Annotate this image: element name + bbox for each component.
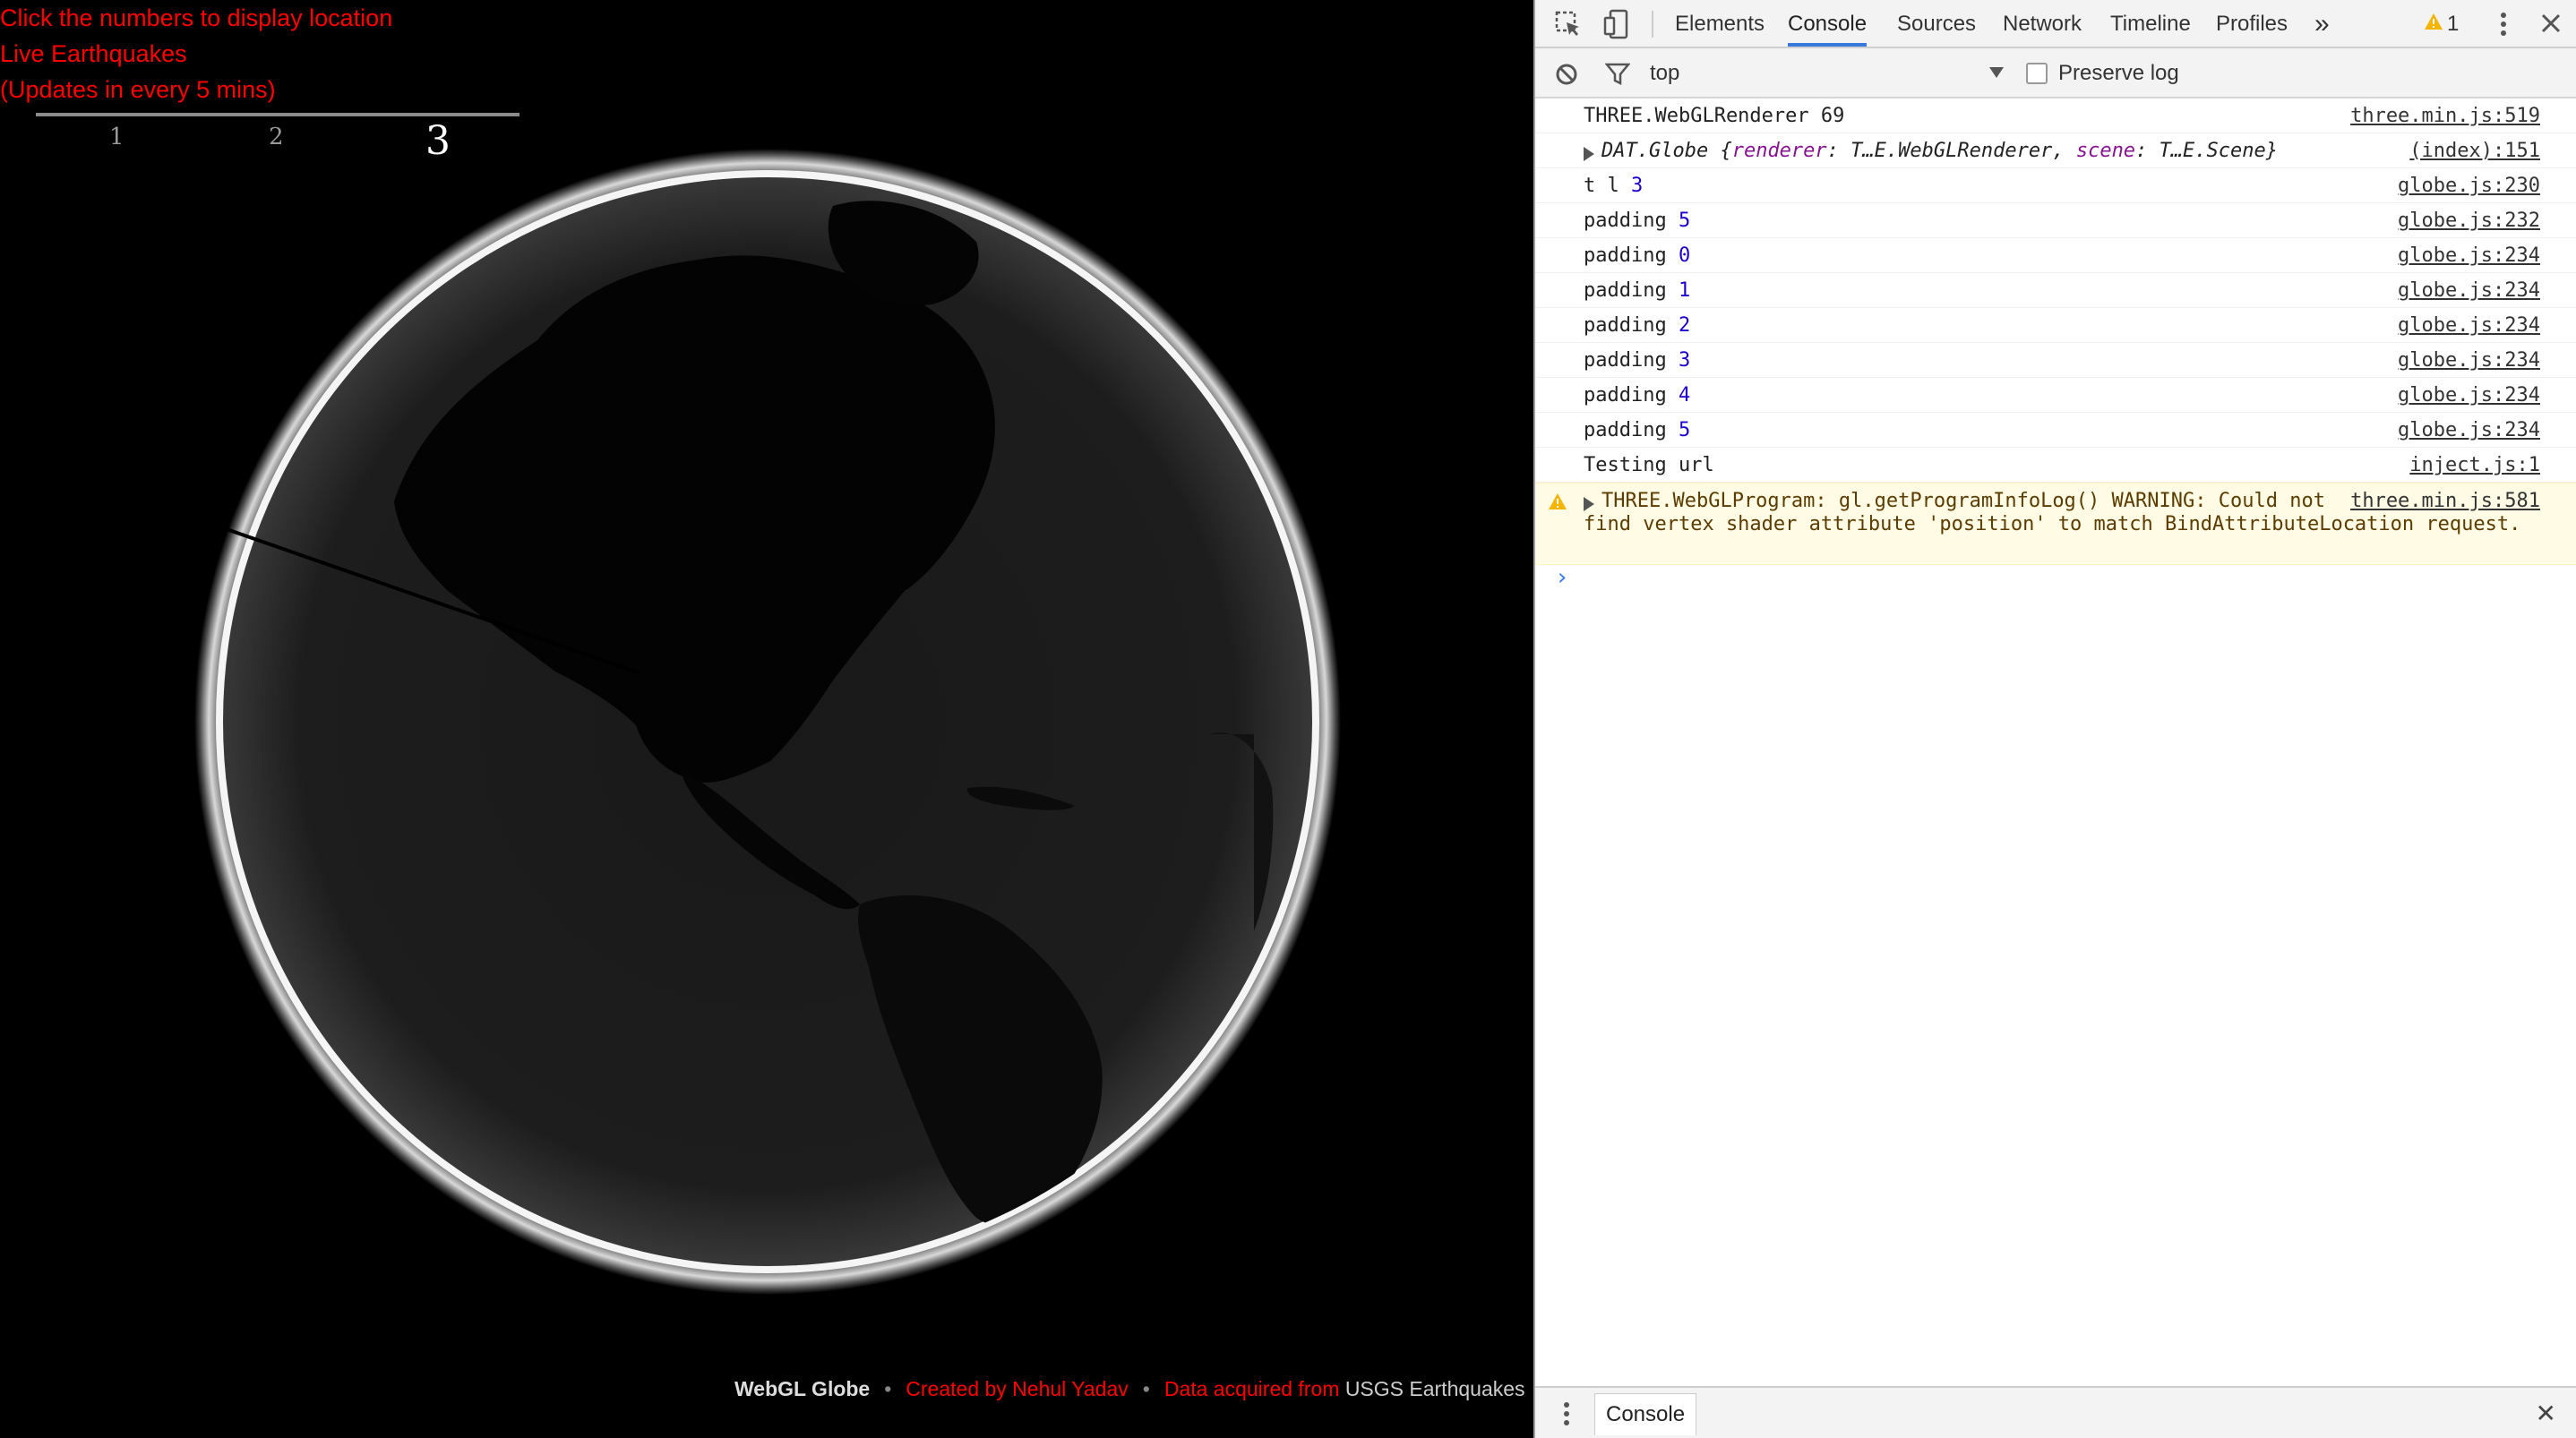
footer-title: WebGL Globe <box>734 1377 871 1400</box>
drawer-tab-console[interactable]: Console <box>1594 1393 1697 1435</box>
warning-count[interactable]: 1 <box>2447 0 2459 48</box>
source-link[interactable]: globe.js:234 <box>2398 279 2540 302</box>
console-message: Testing url <box>1584 454 1714 476</box>
console-prompt[interactable]: › <box>1555 564 1569 591</box>
warning-message-line2: find vertex shader attribute 'position' … <box>1584 513 2521 535</box>
source-link[interactable]: globe.js:232 <box>2398 210 2540 232</box>
devtools-panel: Elements Console Sources Network Timelin… <box>1533 0 2576 1438</box>
console-filter-bar: top Preserve log <box>1535 48 2576 98</box>
console-message: t l 3 <box>1584 175 1644 197</box>
footer: WebGL Globe • Created by Nehul Yadav • Data … <box>734 1377 1525 1401</box>
tab-profiles[interactable]: Profiles <box>2216 0 2288 47</box>
footer-separator: • <box>1142 1377 1150 1400</box>
source-link[interactable]: globe.js:234 <box>2398 244 2540 267</box>
more-tabs-button[interactable]: » <box>2314 0 2330 47</box>
console-drawer: Console ✕ <box>1535 1386 2576 1438</box>
console-message: padding 5 <box>1584 210 1691 232</box>
source-link[interactable]: globe.js:234 <box>2398 314 2540 337</box>
console-row: t l 3 globe.js:230 <box>1535 168 2576 203</box>
console-message: THREE.WebGLRenderer 69 <box>1584 105 1845 127</box>
close-devtools-icon[interactable] <box>2540 13 2562 39</box>
source-link[interactable]: globe.js:234 <box>2398 419 2540 441</box>
console-row: padding 1 globe.js:234 <box>1535 273 2576 308</box>
footer-data-source-link[interactable]: USGS Earthquakes <box>1345 1377 1525 1400</box>
console-message: padding 5 <box>1584 419 1691 441</box>
console-message: padding 0 <box>1584 244 1691 267</box>
console-row: padding 4 globe.js:234 <box>1535 378 2576 413</box>
clear-console-icon[interactable] <box>1555 63 1578 90</box>
expand-triangle-icon[interactable] <box>1584 144 1594 167</box>
source-link[interactable]: (index):151 <box>2409 140 2540 162</box>
console-output: THREE.WebGLRenderer 69 three.min.js:519 … <box>1535 98 2576 591</box>
console-message: padding 3 <box>1584 349 1691 372</box>
warning-icon[interactable] <box>2424 13 2443 35</box>
source-link[interactable]: three.min.js:581 <box>2350 490 2540 512</box>
console-message[interactable]: DAT.Globe {renderer: T…E.WebGLRenderer, … <box>1601 140 2278 162</box>
tab-timeline[interactable]: Timeline <box>2110 0 2191 47</box>
preserve-log-checkbox[interactable] <box>2026 63 2048 84</box>
preserve-log-label[interactable]: Preserve log <box>2058 48 2179 98</box>
inspect-element-icon[interactable] <box>1555 11 1582 38</box>
console-message: padding 2 <box>1584 314 1691 337</box>
drawer-menu-icon[interactable] <box>1562 1400 1571 1432</box>
source-link[interactable]: three.min.js:519 <box>2350 105 2540 127</box>
footer-data-prefix: Data acquired from <box>1163 1377 1340 1400</box>
warning-icon <box>1548 492 1567 516</box>
console-row: THREE.WebGLRenderer 69 three.min.js:519 <box>1535 98 2576 133</box>
console-row: DAT.Globe {renderer: T…E.WebGLRenderer, … <box>1535 133 2576 168</box>
console-message: padding 4 <box>1584 384 1691 407</box>
info-title: Live Earthquakes <box>0 40 187 67</box>
info-update-note: (Updates in every 5 mins) <box>0 76 276 103</box>
source-link[interactable]: globe.js:234 <box>2398 349 2540 372</box>
devtools-toolbar: Elements Console Sources Network Timelin… <box>1535 0 2576 48</box>
year-link-1[interactable]: 1 <box>109 124 125 150</box>
tab-console[interactable]: Console <box>1788 0 1868 47</box>
warning-message-line1: THREE.WebGLProgram: gl.getProgramInfoLog… <box>1601 490 2325 512</box>
globe-page: Click the numbers to display location Li… <box>0 0 1533 1438</box>
console-row: padding 5 globe.js:232 <box>1535 203 2576 238</box>
console-row: padding 5 globe.js:234 <box>1535 413 2576 448</box>
console-message: padding 1 <box>1584 279 1691 302</box>
console-row: padding 2 globe.js:234 <box>1535 308 2576 343</box>
source-link[interactable]: globe.js:230 <box>2398 175 2540 197</box>
source-link[interactable]: inject.js:1 <box>2409 454 2540 476</box>
info-instruction: Click the numbers to display location <box>0 4 393 31</box>
context-dropdown-icon[interactable] <box>1988 66 2005 83</box>
customize-menu-icon[interactable] <box>2499 11 2508 38</box>
console-row: padding 0 globe.js:234 <box>1535 238 2576 273</box>
source-link[interactable]: globe.js:234 <box>2398 384 2540 407</box>
tab-sources[interactable]: Sources <box>1897 0 1976 47</box>
console-row: Testing url inject.js:1 <box>1535 448 2576 483</box>
device-mode-icon[interactable] <box>1603 9 1630 39</box>
toolbar-divider <box>1652 11 1653 38</box>
console-row: padding 3 globe.js:234 <box>1535 343 2576 378</box>
console-warning-row: THREE.WebGLProgram: gl.getProgramInfoLog… <box>1535 483 2576 565</box>
globe-visualization[interactable] <box>0 0 1533 1438</box>
filter-icon[interactable] <box>1604 63 1631 90</box>
context-selector[interactable]: top <box>1650 48 1679 98</box>
tab-network[interactable]: Network <box>2003 0 2082 47</box>
close-drawer-icon[interactable]: ✕ <box>2536 1399 2556 1428</box>
footer-credit-link[interactable]: Created by Nehul Yadav <box>906 1377 1128 1400</box>
timeline-bar <box>36 113 519 116</box>
footer-separator: • <box>884 1377 892 1400</box>
year-link-2[interactable]: 2 <box>269 124 284 150</box>
year-link-3[interactable]: 3 <box>425 118 451 164</box>
tab-elements[interactable]: Elements <box>1675 0 1765 47</box>
